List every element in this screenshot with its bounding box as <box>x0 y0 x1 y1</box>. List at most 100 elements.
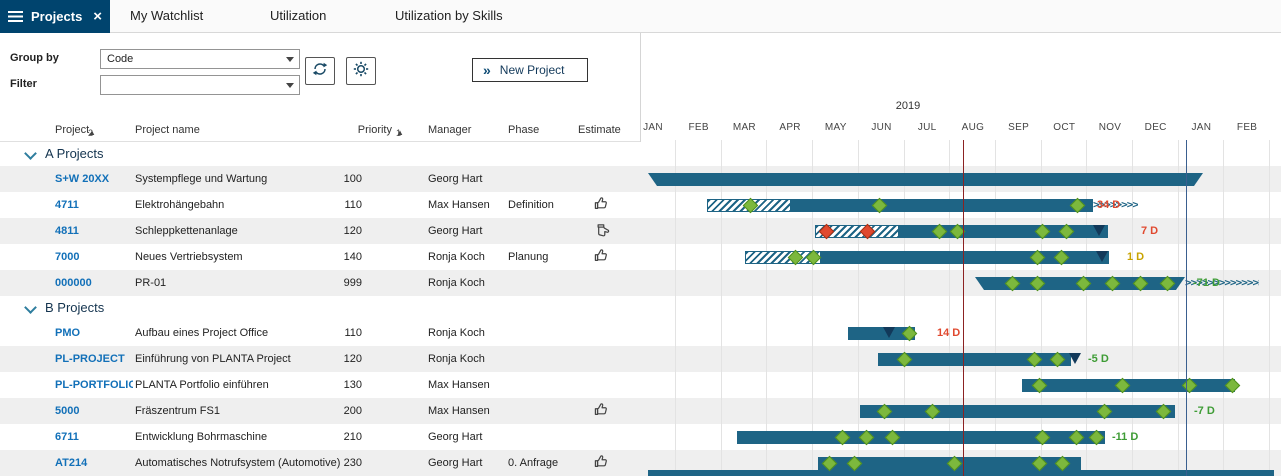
gantt-row: >>>>>>>>>34 D <box>641 192 1281 218</box>
month-label: JUL <box>907 122 947 133</box>
group-expander-icon[interactable] <box>24 147 37 160</box>
gantt-row <box>641 166 1281 192</box>
project-manager: Georg Hart <box>428 450 506 476</box>
project-priority: 210 <box>300 424 362 450</box>
project-row[interactable]: PMOAufbau eines Project Office110Ronja K… <box>0 320 1281 346</box>
close-tab-icon[interactable]: × <box>93 9 102 24</box>
thumb-side-icon[interactable] <box>586 218 616 244</box>
new-project-label: New Project <box>500 63 565 77</box>
app-window: { "tabs": { "active_label": "Projects", … <box>0 0 1281 476</box>
group-by-select[interactable]: Code <box>100 49 300 69</box>
col-manager[interactable]: Manager <box>428 124 471 136</box>
delay-label: -11 D <box>1112 430 1138 444</box>
thumbs-up-icon[interactable] <box>586 192 616 218</box>
col-phase[interactable]: Phase <box>508 124 539 136</box>
tab-projects[interactable]: Projects × <box>0 0 110 33</box>
project-manager: Max Hansen <box>428 372 506 398</box>
project-manager: Georg Hart <box>428 218 506 244</box>
project-manager: Ronja Koch <box>428 320 506 346</box>
project-priority: 230 <box>300 450 362 476</box>
project-row[interactable]: 4711Elektrohängebahn110Max HansenDefinit… <box>0 192 1281 218</box>
project-row[interactable]: 7000Neues Vertriebsystem140Ronja KochPla… <box>0 244 1281 270</box>
thumbs-up-icon[interactable] <box>586 244 616 270</box>
project-id-link[interactable]: 6711 <box>55 424 133 450</box>
delay-label: -71 D <box>1193 276 1220 290</box>
project-row[interactable]: 6711Entwicklung Bohrmaschine210Georg Har… <box>0 424 1281 450</box>
menu-icon[interactable] <box>8 11 23 22</box>
project-id-link[interactable]: 4811 <box>55 218 133 244</box>
gantt-bar[interactable] <box>860 405 1175 418</box>
delay-label: 34 D <box>1097 198 1120 212</box>
project-id-link[interactable]: 5000 <box>55 398 133 424</box>
project-row[interactable]: 000000PR-01999Ronja Koch>>>>>>>>>>>>>>>-… <box>0 270 1281 296</box>
project-row[interactable]: PL-PORTFOLIOPLANTA Portfolio einführen13… <box>0 372 1281 398</box>
project-row[interactable]: PL-PROJECTEinführung von PLANTA Project1… <box>0 346 1281 372</box>
month-label: OCT <box>1044 122 1084 133</box>
col-priority[interactable]: Priority <box>330 124 392 136</box>
group-expander-icon[interactable] <box>24 301 37 314</box>
project-manager: Georg Hart <box>428 424 506 450</box>
project-table: A ProjectsS+W 20XXSystempflege und Wartu… <box>0 142 1281 476</box>
chevron-down-icon <box>286 57 294 62</box>
chevron-down-icon <box>286 83 294 88</box>
project-row[interactable]: 5000Fräszentrum FS1200Max Hansen-7 D <box>0 398 1281 424</box>
project-id-link[interactable]: S+W 20XX <box>55 166 133 192</box>
project-id-link[interactable]: 000000 <box>55 270 133 296</box>
project-priority: 120 <box>300 218 362 244</box>
estimate-cell <box>586 424 616 450</box>
month-label: FEB <box>1227 122 1267 133</box>
settings-button[interactable] <box>346 57 376 85</box>
estimate-cell <box>586 270 616 296</box>
gantt-row: 1 D <box>641 244 1281 270</box>
month-label: AUG <box>953 122 993 133</box>
bar-end-marker <box>1069 353 1081 364</box>
thumbs-up-icon[interactable] <box>586 398 616 424</box>
estimate-cell <box>586 372 616 398</box>
project-id-link[interactable]: PMO <box>55 320 133 346</box>
col-project[interactable]: Project <box>55 124 89 136</box>
project-id-link[interactable]: AT214 <box>55 450 133 476</box>
tab-utilization[interactable]: Utilization <box>258 0 338 33</box>
sort-asc-icon: ▲ <box>396 128 404 137</box>
bar-end-marker <box>1096 251 1108 262</box>
project-manager: Max Hansen <box>428 398 506 424</box>
project-phase: Definition <box>508 192 578 218</box>
project-row[interactable]: S+W 20XXSystempflege und Wartung100Georg… <box>0 166 1281 192</box>
gantt-row: >>>>>>>>>>>>>>>-71 D <box>641 270 1281 296</box>
gantt-row <box>641 450 1281 476</box>
project-priority: 120 <box>300 346 362 372</box>
gantt-row: -11 D <box>641 424 1281 450</box>
filter-select[interactable] <box>100 75 300 95</box>
group-header-row[interactable]: A Projects <box>0 142 1281 166</box>
project-id-link[interactable]: 4711 <box>55 192 133 218</box>
timeline-year: 2019 <box>878 100 938 112</box>
gantt-row <box>641 372 1281 398</box>
tab-my-watchlist[interactable]: My Watchlist <box>118 0 215 33</box>
gantt-row: -5 D <box>641 346 1281 372</box>
new-project-button[interactable]: » New Project <box>472 58 588 82</box>
month-label: DEC <box>1136 122 1176 133</box>
project-manager: Ronja Koch <box>428 270 506 296</box>
month-label: APR <box>770 122 810 133</box>
month-label: NOV <box>1090 122 1130 133</box>
gantt-row: -7 D <box>641 398 1281 424</box>
col-project-name[interactable]: Project name <box>135 124 200 136</box>
table-header: Project 2▲ Project name Priority 1▲ Mana… <box>0 120 640 142</box>
month-label: MAY <box>816 122 856 133</box>
refresh-button[interactable] <box>305 57 335 85</box>
project-row[interactable]: 4811Schleppkettenanlage120Georg Hart7 D <box>0 218 1281 244</box>
project-id-link[interactable]: 7000 <box>55 244 133 270</box>
project-manager: Ronja Koch <box>428 346 506 372</box>
project-row[interactable]: AT214Automatisches Notrufsystem (Automot… <box>0 450 1281 476</box>
group-header-row[interactable]: B Projects <box>0 296 1281 320</box>
thumbs-up-icon[interactable] <box>586 450 616 476</box>
project-id-link[interactable]: PL-PROJECT <box>55 346 133 372</box>
month-label: MAR <box>724 122 764 133</box>
group-label: B Projects <box>45 296 104 320</box>
project-id-link[interactable]: PL-PORTFOLIO <box>55 372 133 398</box>
tab-utilization-by-skills[interactable]: Utilization by Skills <box>383 0 515 33</box>
bar-end-marker <box>883 327 895 338</box>
gantt-bar[interactable] <box>648 173 1203 186</box>
project-phase: 0. Anfrage <box>508 450 578 476</box>
col-estimate[interactable]: Estimate <box>578 124 621 136</box>
